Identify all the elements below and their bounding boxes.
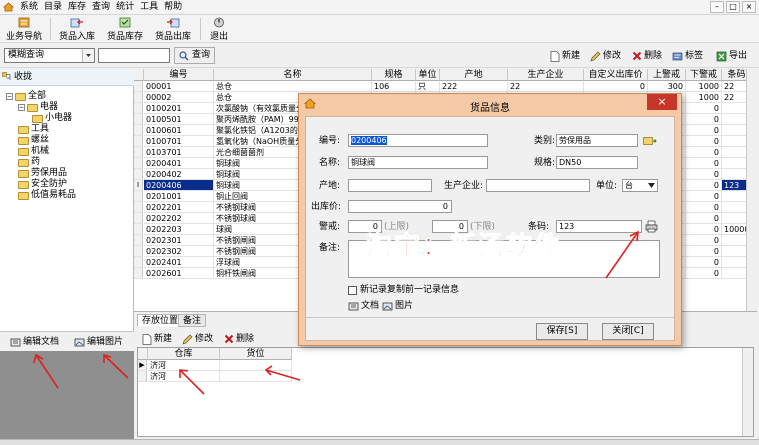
status-bar: [0, 439, 759, 445]
annotation-arrow: [103, 354, 129, 379]
annotation-arrow: [265, 369, 301, 381]
annotation-arrow: [35, 354, 59, 389]
annotation-arrows: [33, 230, 639, 395]
annotation-arrow: [605, 231, 639, 279]
annotation-arrow: [179, 369, 205, 395]
